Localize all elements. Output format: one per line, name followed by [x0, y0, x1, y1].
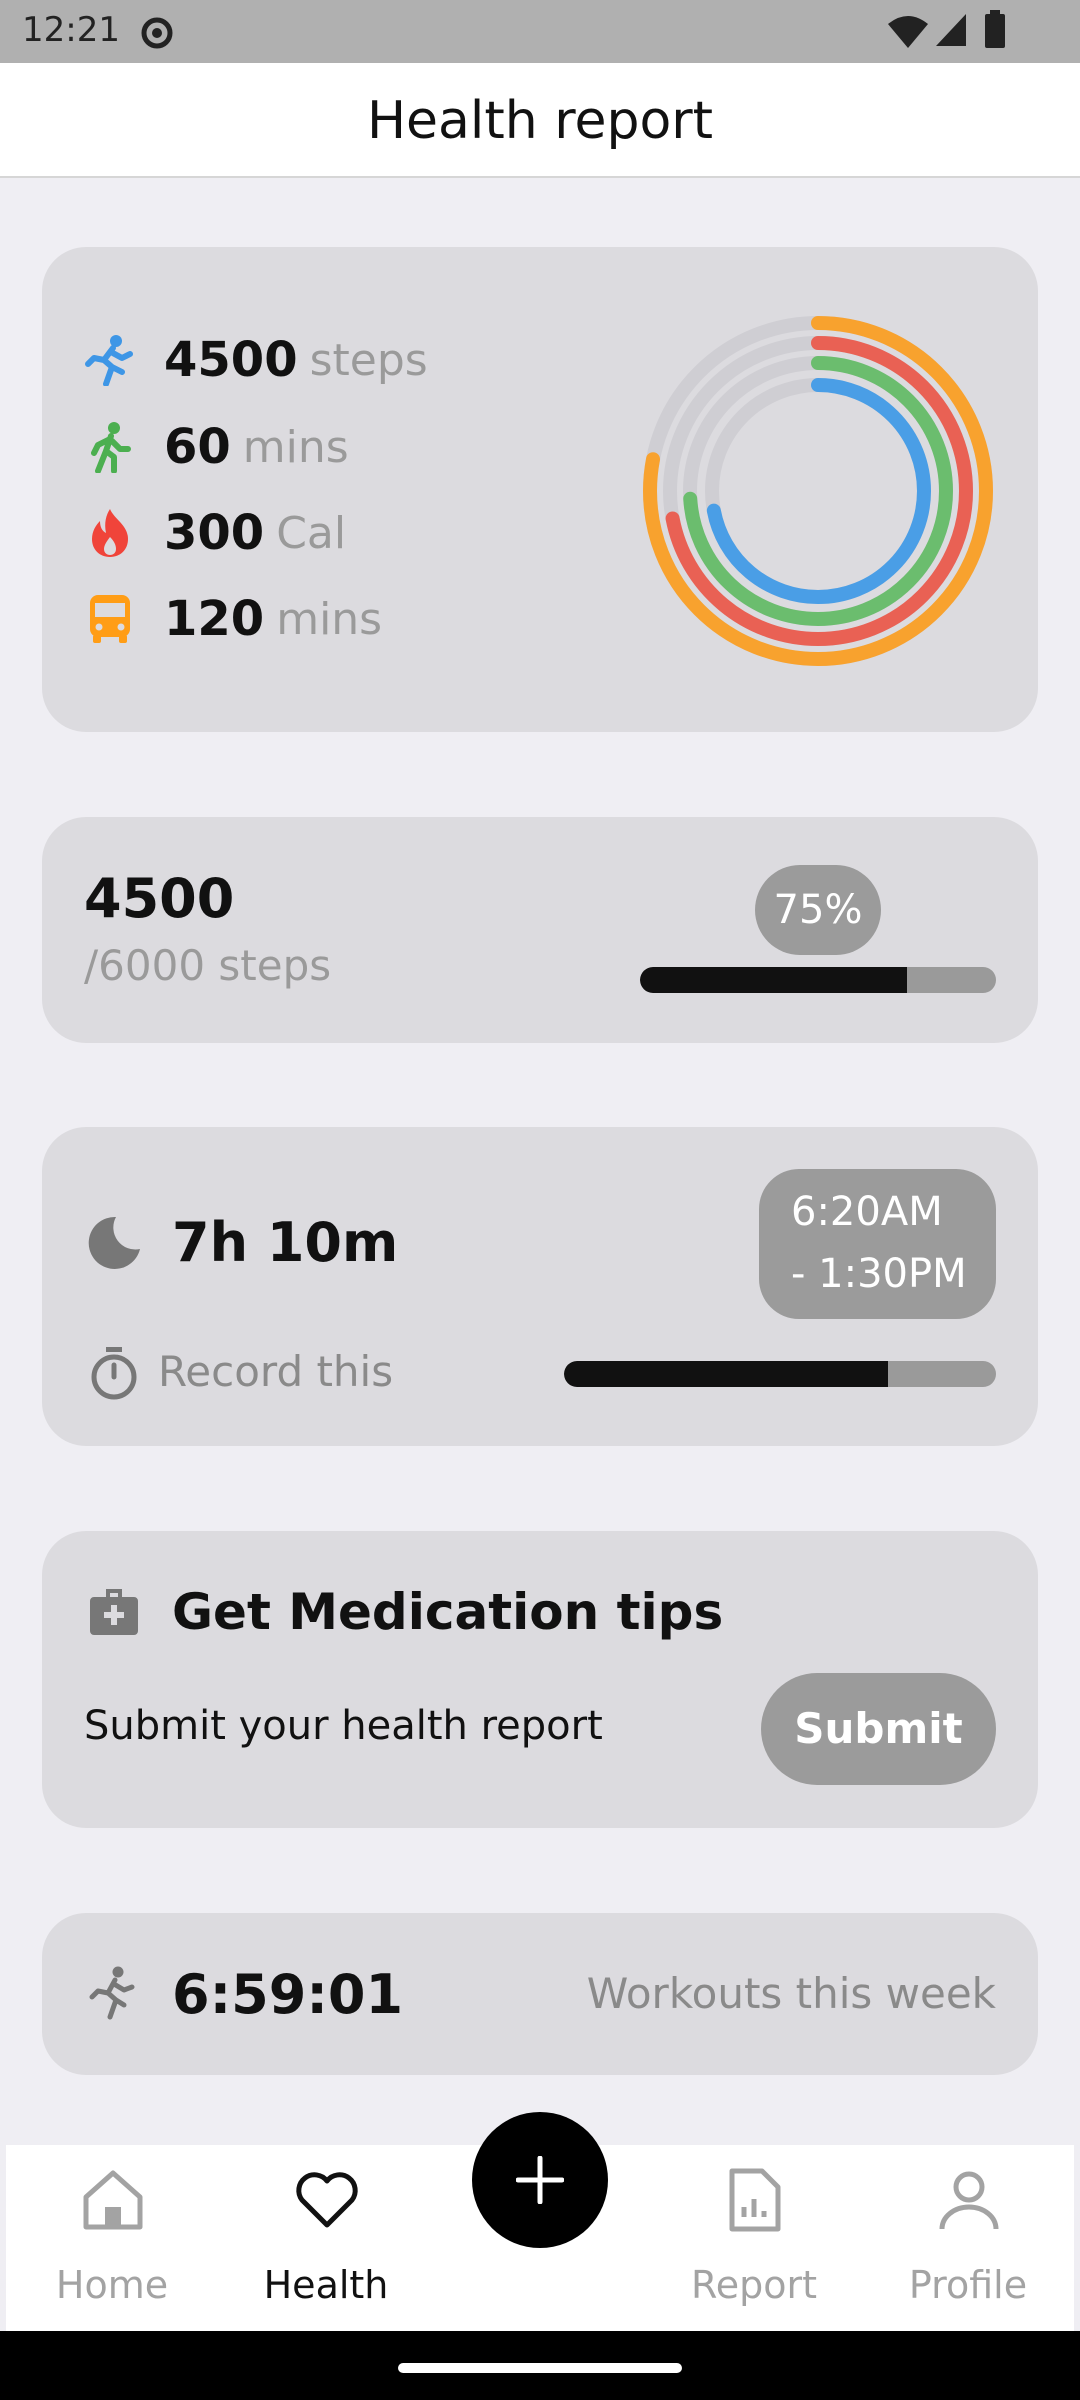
activity-unit: steps — [309, 334, 428, 386]
workouts-time: 6:59:01 — [172, 1963, 404, 2026]
activity-value: 4500 — [164, 332, 298, 388]
steps-goal: /6000 steps — [84, 941, 332, 990]
profile-icon — [939, 2171, 999, 2230]
workouts-card[interactable]: 6:59:01 Workouts this week — [42, 1913, 1038, 2075]
nav-report[interactable]: Report — [654, 2145, 854, 2331]
medication-subtitle: Submit your health report — [84, 1703, 603, 1749]
activity-value: 60 — [164, 419, 231, 475]
status-app-icon — [141, 17, 173, 49]
submit-button[interactable]: Submit — [761, 1673, 996, 1785]
bus-icon — [90, 595, 130, 643]
sleep-progress-bar — [564, 1361, 996, 1387]
battery-icon — [985, 10, 1005, 48]
app-bar: Health report — [0, 63, 1080, 178]
activity-unit: mins — [276, 593, 383, 645]
medication-card: Get Medication tips Submit your health r… — [42, 1531, 1038, 1828]
activity-rings — [643, 316, 993, 666]
activity-unit: Cal — [276, 507, 347, 559]
moon-icon — [88, 1216, 140, 1269]
activity-value: 300 — [164, 505, 265, 561]
page-title: Health report — [366, 91, 714, 151]
run-icon — [85, 335, 133, 386]
home-gesture-handle[interactable] — [398, 2363, 682, 2373]
stopwatch-icon — [91, 1347, 137, 1400]
sleep-duration: 7h 10m — [172, 1211, 399, 1274]
steps-percent-badge: 75% — [755, 865, 881, 955]
record-this-link[interactable]: Record this — [158, 1347, 393, 1396]
nav-report-label: Report — [691, 2263, 817, 2307]
sleep-progress-fill — [564, 1361, 888, 1387]
steps-goal-card[interactable]: 4500 /6000 steps 75% — [42, 817, 1038, 1043]
flame-icon — [92, 509, 128, 557]
nav-profile-label: Profile — [908, 2263, 1028, 2307]
nav-health-label: Health — [263, 2263, 389, 2307]
run-icon — [89, 1966, 135, 2020]
activity-row-steps: 4500 steps — [84, 330, 428, 390]
nav-profile[interactable]: Profile — [868, 2145, 1068, 2331]
plus-icon — [516, 2156, 564, 2204]
steps-progress-fill — [640, 967, 907, 993]
medication-title: Get Medication tips — [172, 1583, 724, 1641]
signal-icon — [936, 14, 966, 46]
sleep-card[interactable]: 7h 10m 6:20AM - 1:30PM Record this — [42, 1127, 1038, 1446]
activity-row-active-minutes: 60 mins — [84, 417, 349, 477]
heart-icon — [296, 2172, 358, 2228]
sleep-time-end: - 1:30PM — [791, 1251, 967, 1297]
steps-count: 4500 — [84, 867, 235, 930]
nav-home-label: Home — [55, 2263, 169, 2307]
report-icon — [729, 2168, 781, 2232]
steps-percent: 75% — [773, 887, 863, 933]
sleep-time-start: 6:20AM — [791, 1189, 943, 1235]
home-icon — [83, 2170, 143, 2230]
activity-unit: mins — [242, 421, 349, 473]
nav-home[interactable]: Home — [12, 2145, 212, 2331]
steps-progress-bar — [640, 967, 996, 993]
walk-icon — [91, 422, 131, 473]
wifi-icon — [888, 16, 928, 48]
nav-health[interactable]: Health — [226, 2145, 426, 2331]
activity-row-calories: 300 Cal — [84, 503, 346, 563]
system-navigation-bar — [0, 2331, 1080, 2400]
add-button[interactable] — [472, 2112, 608, 2248]
status-bar: 12:21 — [0, 0, 1080, 63]
activity-value: 120 — [164, 591, 265, 647]
workouts-label: Workouts this week — [586, 1969, 996, 2018]
activity-row-transit: 120 mins — [84, 589, 382, 649]
status-time: 12:21 — [22, 10, 120, 50]
medical-kit-icon — [90, 1589, 138, 1635]
sleep-time-range: 6:20AM - 1:30PM — [759, 1169, 996, 1319]
